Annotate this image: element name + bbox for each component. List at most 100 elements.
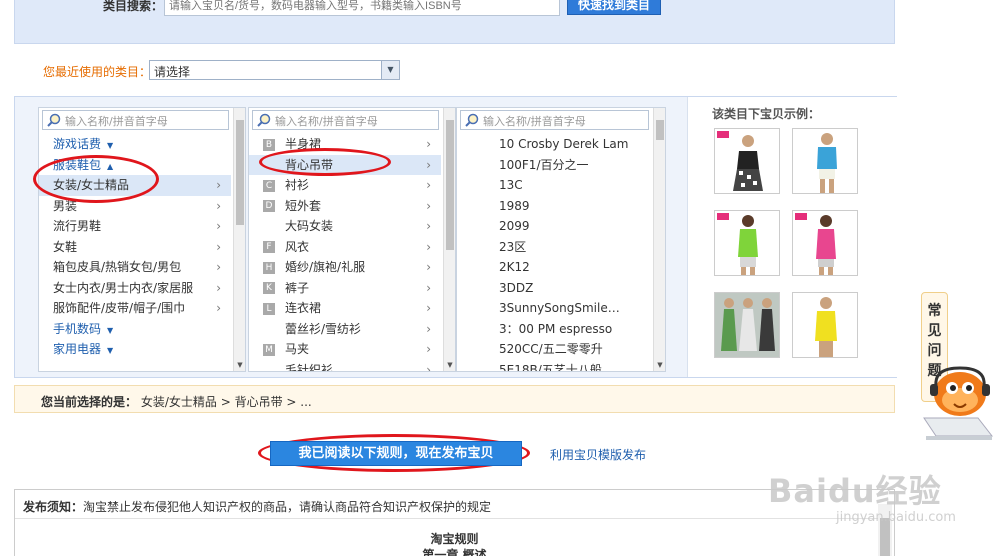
category-group[interactable]: 游戏话费 ▼ [39,134,231,155]
category-label: 女鞋 [53,239,78,254]
scrollbar[interactable]: ▼ [233,108,245,371]
category-label: 流行男鞋 [53,219,102,233]
brand-item[interactable]: 13C [457,175,651,196]
expand-arrow-icon[interactable]: ▼ [107,326,113,335]
category-item[interactable]: 男装 › [39,196,231,217]
index-letter: H [263,261,275,274]
example-image[interactable] [792,128,858,194]
chevron-right-icon: › [216,198,221,213]
scroll-down-icon[interactable]: ▼ [654,359,665,371]
subcategory-label: 毛针织衫 [285,362,334,372]
column-search-input[interactable]: 输入名称/拼音首字母 [252,110,439,130]
chevron-right-icon: › [426,321,431,336]
publish-with-template-link[interactable]: 利用宝贝模版发布 [550,446,646,463]
rules-chapter: 第一章 概述 [422,548,487,556]
brand-item[interactable]: 3DDZ [457,278,651,299]
subcategory-item[interactable]: F 风衣 › [249,237,441,258]
brand-item[interactable]: 23区 [457,237,651,258]
category-item[interactable]: 服饰配件/皮带/帽子/围巾 › [39,298,231,319]
publish-item-button[interactable]: 我已阅读以下规则，现在发布宝贝 [270,441,522,466]
brand-item[interactable]: 5E18B/五艺十八般 [457,360,651,372]
subcategory-item[interactable]: C 衬衫 › [249,175,441,196]
notice-text: 淘宝禁止发布侵犯他人知识产权的商品，请确认商品符合知识产权保护的规定 [83,500,492,514]
divider [15,518,894,519]
recent-categories-label: 您最近使用的类目： [43,65,152,79]
category-item[interactable]: 女鞋 › [39,237,231,258]
chevron-right-icon: › [216,260,221,274]
brand-item[interactable]: 100F1/百分之一 [457,155,651,176]
scroll-down-icon[interactable]: ▼ [444,359,455,371]
category-item[interactable]: 流行男鞋 › [39,216,231,237]
index-letter: D [263,200,275,212]
column-search-input[interactable]: 输入名称/拼音首字母 [42,110,229,130]
index-letter: L [263,302,275,315]
collapse-arrow-icon[interactable]: ▲ [107,162,113,171]
chevron-right-icon: › [216,280,221,295]
recent-categories-select[interactable]: 请选择 ▼ [149,60,400,80]
subcategory-item[interactable]: B 半身裙 › [249,134,441,155]
scrollbar[interactable]: ▼ [443,108,455,371]
subcategory-label: 大码女装 [285,219,334,233]
subcategory-item[interactable]: 背心吊带 › [249,154,441,175]
watermark-logo: Baidu经验 [768,472,942,510]
chevron-right-icon: › [426,280,431,295]
brand-item[interactable]: 2099 [457,216,651,237]
example-image[interactable] [792,292,858,358]
scroll-thumb[interactable] [656,120,664,140]
category-group[interactable]: 手机数码 ▼ [39,319,231,340]
example-image[interactable] [714,210,780,276]
scroll-thumb[interactable] [446,120,454,250]
subcategory-item[interactable]: 毛针织衫 › [249,360,441,372]
category-item[interactable]: 箱包皮具/热销女包/男包 › [39,257,231,278]
brand-item[interactable]: 2K12 [457,257,651,278]
category-examples: 该类目下宝贝示例： [687,97,897,377]
example-image[interactable] [714,292,780,358]
chevron-right-icon: › [216,239,221,254]
chevron-right-icon: › [426,239,431,254]
category-label: 服装鞋包 [53,157,102,172]
brand-item[interactable]: 3SunnySongSmile… [457,298,651,319]
subcategory-label: 背心吊带 [285,157,334,172]
brand-item[interactable]: 3：00 PM espresso [457,319,651,340]
category-item[interactable]: 女装/女士精品 › [39,175,231,196]
category-list: 游戏话费 ▼ 服装鞋包 ▲ 女装/女士精品 › 男装 › 流行男鞋 › 女鞋 › 箱包皮具/热销女包/男… [39,134,231,360]
category-search-label: 类目搜索： [103,0,164,13]
subcategory-item[interactable]: D 短外套 › [249,196,441,217]
brand-item[interactable]: 10 Crosby Derek Lam [457,134,651,155]
category-label: 女士内衣/男士内衣/家居服 [53,280,194,295]
subcategory-item[interactable]: L 连衣裙 › [249,298,441,319]
example-image[interactable] [714,128,780,194]
index-letter: B [263,138,275,151]
category-label: 手机数码 [53,321,102,336]
category-group[interactable]: 家用电器 ▼ [39,339,231,360]
subcategory-item[interactable]: 蕾丝衫/雪纺衫 › [249,319,441,340]
category-label: 游戏话费 [53,137,102,151]
column-search-input[interactable]: 输入名称/拼音首字母 [460,110,649,130]
faq-char: 常 [927,303,942,319]
current-selection-path: 女装/女士精品 > 背心吊带 > ... [140,395,312,409]
brand-list: 10 Crosby Derek Lam 100F1/百分之一 13C 1989 2099… [457,134,651,372]
brand-item[interactable]: 520CC/五二零零升 [457,339,651,360]
expand-arrow-icon[interactable]: ▼ [107,141,113,150]
subcategory-item[interactable]: K 裤子 › [249,278,441,299]
subcategory-item[interactable]: H 婚纱/旗袍/礼服 › [249,257,441,278]
expand-arrow-icon[interactable]: ▼ [107,346,113,355]
category-item[interactable]: 女士内衣/男士内衣/家居服 › [39,278,231,299]
brand-item[interactable]: 1989 [457,196,651,217]
chevron-right-icon: › [426,342,431,356]
subcategory-item[interactable]: M 马夹 › [249,339,441,360]
index-letter: C [263,179,275,192]
subcategory-item[interactable]: 大码女装 › [249,216,441,237]
category-group[interactable]: 服装鞋包 ▲ [39,155,231,176]
scroll-thumb[interactable] [236,120,244,225]
chevron-down-icon[interactable]: ▼ [381,61,399,79]
scrollbar[interactable]: ▼ [653,108,665,371]
publish-notice-panel: 发布须知：淘宝禁止发布侵犯他人知识产权的商品，请确认商品符合知识产权保护的规定 … [14,489,895,556]
search-icon [465,113,479,127]
search-icon [47,113,61,127]
category-search-input[interactable] [164,0,560,16]
quick-find-category-button[interactable]: 快速找到类目 [567,0,661,15]
scroll-down-icon[interactable]: ▼ [234,359,245,371]
chevron-right-icon: › [216,301,221,315]
example-image[interactable] [792,210,858,276]
